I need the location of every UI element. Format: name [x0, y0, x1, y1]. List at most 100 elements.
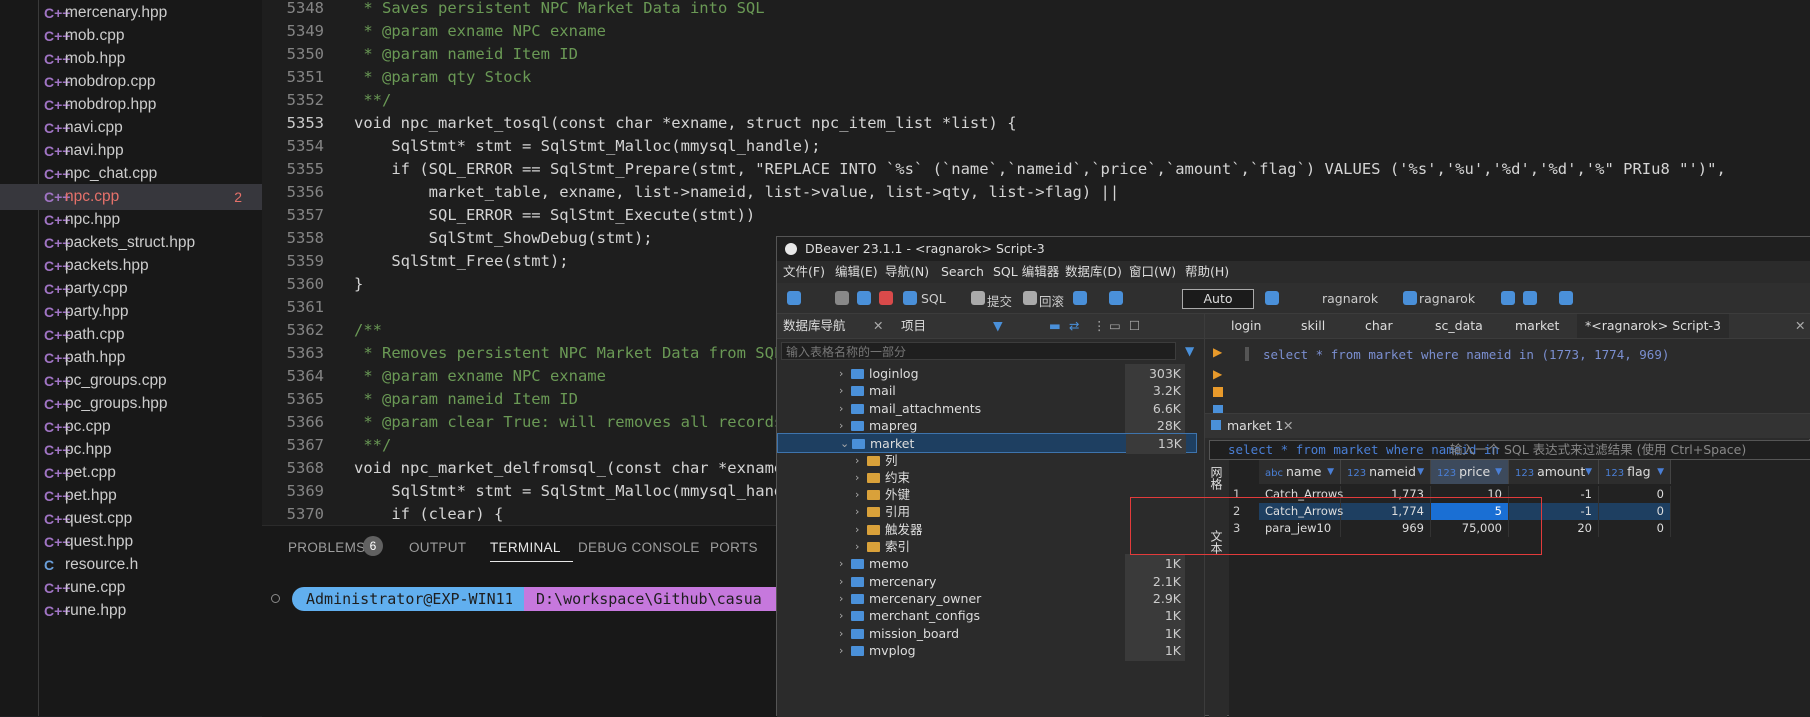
table-icon	[851, 559, 864, 570]
menu-help[interactable]: 帮助(H)	[1185, 261, 1229, 283]
explain-icon[interactable]	[1213, 387, 1223, 397]
run-script-icon[interactable]: ▶	[1213, 367, 1222, 381]
datasource-selector[interactable]: ragnarok	[1322, 291, 1378, 306]
table-cell[interactable]: 0	[1599, 520, 1671, 537]
grid-view-tab[interactable]: 网格	[1209, 466, 1225, 490]
table-filter-input[interactable]: 输入表格名称的一部分	[781, 342, 1176, 360]
close-icon[interactable]: ✕	[1795, 314, 1805, 338]
menu-edit[interactable]: 编辑(E)	[835, 261, 878, 283]
tab-output[interactable]: OUTPUT	[409, 540, 466, 555]
tab-market[interactable]: market	[1515, 314, 1559, 338]
tab-projects[interactable]: 项目	[901, 314, 926, 338]
chevron-right-icon[interactable]: ›	[839, 641, 843, 661]
auto-commit-toggle[interactable]: Auto	[1182, 289, 1254, 309]
minimize-icon[interactable]: ▭	[1109, 314, 1121, 338]
sql-button[interactable]: SQL	[921, 291, 946, 306]
funnel-icon[interactable]: ▼	[1185, 344, 1194, 358]
history-icon[interactable]	[1265, 291, 1279, 305]
code-line[interactable]: SqlStmt* stmt = SqlStmt_Malloc(mmysql_ha…	[354, 480, 783, 503]
rollback-button[interactable]: 回滚	[1039, 291, 1064, 310]
sort-icon[interactable]: ▼	[1495, 460, 1502, 484]
sort-icon[interactable]: ▼	[1327, 460, 1334, 484]
table-cell[interactable]: 0	[1599, 486, 1671, 503]
code-line[interactable]: SqlStmt* stmt = SqlStmt_Malloc(mmysql_ha…	[354, 135, 820, 158]
code-line[interactable]: SQL_ERROR == SqlStmt_Execute(stmt))	[354, 204, 756, 227]
column-name: name	[1285, 464, 1322, 479]
code-line[interactable]: if (clear) {	[354, 503, 503, 526]
code-line[interactable]: void npc_market_tosql(const char *exname…	[354, 112, 1017, 135]
find-icon[interactable]	[1559, 291, 1573, 305]
tab-script-3[interactable]: *<ragnarok> Script-3	[1577, 314, 1729, 338]
table-cell[interactable]: 0	[1599, 503, 1671, 520]
tab-terminal[interactable]: TERMINAL	[490, 540, 561, 555]
column-header-amount[interactable]: 123 amount ▼	[1509, 460, 1599, 484]
sort-icon[interactable]: ▼	[1657, 460, 1664, 484]
transaction-mode-icon[interactable]	[1073, 291, 1087, 305]
view-menu-icon[interactable]: ⋮	[1093, 314, 1106, 338]
filter-input-placeholder[interactable]: 输入一个 SQL 表达式来过滤结果 (使用 Ctrl+Space)	[1450, 441, 1746, 459]
lock-icon[interactable]	[1109, 291, 1123, 305]
tab-market-results[interactable]: market 1	[1227, 414, 1283, 438]
close-icon[interactable]: ✕	[873, 314, 883, 338]
tab-char[interactable]: char	[1365, 314, 1393, 338]
column-header-name[interactable]: abc name ▼	[1259, 460, 1341, 484]
tab-skill[interactable]: skill	[1301, 314, 1325, 338]
disconnect-icon[interactable]	[857, 291, 871, 305]
code-line[interactable]: * @param exname NPC exname	[354, 20, 606, 43]
tab-problems[interactable]: PROBLEMS	[288, 540, 365, 555]
code-line[interactable]: **/	[354, 434, 391, 457]
column-header-nameid[interactable]: 123 nameid ▼	[1341, 460, 1431, 484]
window-title: DBeaver 23.1.1 - <ragnarok> Script-3	[805, 241, 1045, 256]
column-type-icon: 123	[1605, 468, 1625, 479]
link-icon[interactable]: ⇄	[1069, 314, 1079, 338]
filter-icon[interactable]: ▼	[993, 314, 1003, 338]
code-line[interactable]: market_table, exname, list->nameid, list…	[354, 181, 1120, 204]
close-icon[interactable]: ✕	[1283, 414, 1293, 438]
menu-database[interactable]: 数据库(D)	[1065, 261, 1122, 283]
code-line[interactable]: if (SQL_ERROR == SqlStmt_Prepare(stmt, "…	[354, 158, 1725, 181]
code-line[interactable]: void npc_market_delfromsql_(const char *…	[354, 457, 783, 480]
file-item[interactable]: C++ rune.hpp	[0, 598, 262, 624]
code-line[interactable]: SqlStmt_Free(stmt);	[354, 250, 568, 273]
code-line[interactable]: * @param nameid Item ID	[354, 43, 578, 66]
code-line[interactable]: SqlStmt_ShowDebug(stmt);	[354, 227, 653, 250]
code-line[interactable]: * @param qty Stock	[354, 66, 531, 89]
tab-debug-console[interactable]: DEBUG CONSOLE	[578, 540, 700, 555]
code-line[interactable]: * @param clear True: will removes all re…	[354, 411, 783, 434]
code-line[interactable]: * @param exname NPC exname	[354, 365, 606, 388]
code-line[interactable]: }	[354, 273, 363, 296]
export-icon[interactable]	[1523, 291, 1537, 305]
tab-login[interactable]: login	[1231, 314, 1261, 338]
sort-icon[interactable]: ▼	[1417, 460, 1424, 484]
column-header-flag[interactable]: 123 flag ▼	[1599, 460, 1671, 484]
code-line[interactable]: **/	[354, 89, 391, 112]
schema-selector[interactable]: ragnarok	[1419, 291, 1475, 306]
sql-query-text[interactable]: select * from market where nameid in (17…	[1263, 347, 1669, 362]
code-line[interactable]: /**	[354, 319, 382, 342]
code-line[interactable]: * @param nameid Item ID	[354, 388, 578, 411]
code-line[interactable]: * Removes persistent NPC Market Data fro…	[354, 342, 783, 365]
tab-database-navigator[interactable]: 数据库导航	[783, 314, 846, 338]
search-icon[interactable]	[1501, 291, 1515, 305]
menu-file[interactable]: 文件(F)	[783, 261, 825, 283]
tree-item-table[interactable]: › mvplog 1K	[777, 640, 1197, 661]
run-icon[interactable]: ▶	[1213, 345, 1222, 359]
tab-sc-data[interactable]: sc_data	[1435, 314, 1483, 338]
sql-editor-icon[interactable]	[903, 291, 917, 305]
connect-icon[interactable]	[835, 291, 849, 305]
new-connection-icon[interactable]	[787, 291, 801, 305]
commit-button[interactable]: 提交	[987, 291, 1012, 310]
window-title-bar[interactable]: DBeaver 23.1.1 - <ragnarok> Script-3	[777, 237, 1810, 261]
menu-search[interactable]: Search	[941, 261, 984, 283]
menu-navigate[interactable]: 导航(N)	[885, 261, 929, 283]
menu-window[interactable]: 窗口(W)	[1129, 261, 1176, 283]
sort-icon[interactable]: ▼	[1585, 460, 1592, 484]
tab-ports[interactable]: PORTS	[710, 540, 758, 555]
result-filter-bar[interactable]: select * from market where nameid in 输入一…	[1209, 440, 1810, 460]
stop-icon[interactable]	[879, 291, 893, 305]
code-line[interactable]: * Saves persistent NPC Market Data into …	[354, 0, 764, 20]
maximize-icon[interactable]: ☐	[1129, 314, 1140, 338]
menu-sql-editor[interactable]: SQL 编辑器	[993, 261, 1059, 283]
collapse-icon[interactable]: ▬	[1049, 314, 1061, 338]
column-header-price[interactable]: 123 price ▼	[1431, 460, 1509, 484]
